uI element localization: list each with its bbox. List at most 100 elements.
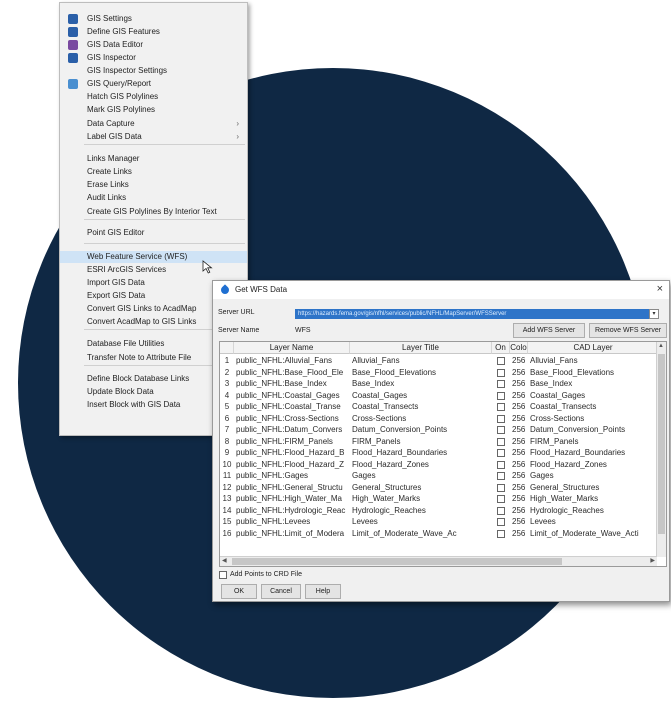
color-cell[interactable]: 256: [510, 436, 528, 448]
cad-layer-cell[interactable]: Base_Index: [528, 378, 659, 390]
add-wfs-server-button[interactable]: Add WFS Server: [513, 323, 585, 338]
server-url-input[interactable]: https://hazards.fema.gov/gis/nfhl/servic…: [295, 309, 659, 319]
layer-title-cell[interactable]: Alluvial_Fans: [350, 355, 492, 367]
menu-item[interactable]: GIS Inspector Settings: [60, 65, 247, 77]
row-number[interactable]: 3: [220, 378, 234, 390]
cad-layer-cell[interactable]: Gages: [528, 470, 659, 482]
layer-title-cell[interactable]: FIRM_Panels: [350, 436, 492, 448]
layer-on-checkbox[interactable]: [497, 357, 505, 365]
menu-item[interactable]: Point GIS Editor: [60, 227, 247, 239]
scroll-up-icon[interactable]: ▲: [658, 343, 664, 349]
layer-on-checkbox[interactable]: [497, 506, 505, 515]
layer-name-cell[interactable]: public_NFHL:Levees: [234, 516, 350, 528]
menu-item[interactable]: Erase Links: [60, 179, 247, 191]
cad-layer-cell[interactable]: Cross-Sections: [528, 413, 659, 425]
layer-title-cell[interactable]: Cross-Sections: [350, 413, 492, 425]
color-cell[interactable]: 256: [510, 516, 528, 528]
layer-on-checkbox[interactable]: [497, 414, 505, 423]
column-header-color[interactable]: Colo: [510, 342, 528, 354]
color-cell[interactable]: 256: [510, 424, 528, 436]
layer-name-cell[interactable]: public_NFHL:General_Structu: [234, 482, 350, 494]
menu-item[interactable]: Audit Links: [60, 192, 247, 204]
menu-item[interactable]: Links Manager: [60, 153, 247, 165]
row-number[interactable]: 12: [220, 482, 234, 494]
layer-on-checkbox[interactable]: [497, 437, 505, 446]
color-cell[interactable]: 256: [510, 367, 528, 379]
layer-on-checkbox[interactable]: [497, 472, 505, 480]
scrollbar-thumb[interactable]: [658, 354, 665, 534]
add-points-checkbox[interactable]: [219, 571, 227, 579]
menu-item[interactable]: GIS Query/Report: [60, 78, 247, 90]
scroll-left-icon[interactable]: ◀: [222, 557, 227, 564]
layer-name-cell[interactable]: public_NFHL:High_Water_Ma: [234, 493, 350, 505]
layer-name-cell[interactable]: public_NFHL:FIRM_Panels: [234, 436, 350, 448]
row-number[interactable]: 7: [220, 424, 234, 436]
row-number[interactable]: 16: [220, 528, 234, 540]
menu-item[interactable]: GIS Settings: [60, 13, 247, 25]
layer-name-cell[interactable]: public_NFHL:Limit_of_Modera: [234, 528, 350, 540]
layer-title-cell[interactable]: High_Water_Marks: [350, 493, 492, 505]
layer-name-cell[interactable]: public_NFHL:Base_Index: [234, 378, 350, 390]
menu-item[interactable]: Mark GIS Polylines: [60, 104, 247, 116]
cad-layer-cell[interactable]: Base_Flood_Elevations: [528, 367, 659, 379]
cancel-button[interactable]: Cancel: [261, 584, 301, 599]
row-number[interactable]: 14: [220, 505, 234, 517]
color-cell[interactable]: 256: [510, 459, 528, 471]
row-number[interactable]: 5: [220, 401, 234, 413]
color-cell[interactable]: 256: [510, 401, 528, 413]
color-cell[interactable]: 256: [510, 493, 528, 505]
menu-item[interactable]: Label GIS Data ›: [60, 131, 247, 143]
layer-name-cell[interactable]: public_NFHL:Gages: [234, 470, 350, 482]
layer-name-cell[interactable]: public_NFHL:Alluvial_Fans: [234, 355, 350, 367]
cad-layer-cell[interactable]: Hydrologic_Reaches: [528, 505, 659, 517]
column-header-on[interactable]: On: [492, 342, 510, 354]
chevron-down-icon[interactable]: ▾: [649, 309, 659, 319]
layer-title-cell[interactable]: Coastal_Gages: [350, 390, 492, 402]
column-header-layer-title[interactable]: Layer Title: [350, 342, 492, 354]
layer-title-cell[interactable]: Datum_Conversion_Points: [350, 424, 492, 436]
layer-on-checkbox[interactable]: [497, 380, 505, 388]
menu-item[interactable]: ESRI ArcGIS Services: [60, 264, 247, 276]
layer-on-checkbox[interactable]: [497, 529, 505, 538]
cad-layer-cell[interactable]: General_Structures: [528, 482, 659, 494]
menu-item[interactable]: Define GIS Features: [60, 26, 247, 38]
layer-title-cell[interactable]: Base_Flood_Elevations: [350, 367, 492, 379]
row-number[interactable]: 6: [220, 413, 234, 425]
cad-layer-cell[interactable]: FIRM_Panels: [528, 436, 659, 448]
row-number[interactable]: 8: [220, 436, 234, 448]
layer-title-cell[interactable]: Flood_Hazard_Zones: [350, 459, 492, 471]
menu-item[interactable]: Web Feature Service (WFS): [60, 251, 247, 263]
color-cell[interactable]: 256: [510, 470, 528, 482]
color-cell[interactable]: 256: [510, 482, 528, 494]
layer-name-cell[interactable]: public_NFHL:Coastal_Transe: [234, 401, 350, 413]
color-cell[interactable]: 256: [510, 355, 528, 367]
remove-wfs-server-button[interactable]: Remove WFS Server: [589, 323, 667, 338]
layer-name-cell[interactable]: public_NFHL:Flood_Hazard_B: [234, 447, 350, 459]
cad-layer-cell[interactable]: Datum_Conversion_Points: [528, 424, 659, 436]
row-number[interactable]: 10: [220, 459, 234, 471]
cad-layer-cell[interactable]: Levees: [528, 516, 659, 528]
layer-name-cell[interactable]: public_NFHL:Coastal_Gages: [234, 390, 350, 402]
row-number[interactable]: 11: [220, 470, 234, 482]
layer-on-checkbox[interactable]: [497, 495, 505, 503]
layer-on-checkbox[interactable]: [497, 483, 505, 492]
close-icon[interactable]: ×: [657, 283, 663, 295]
layer-name-cell[interactable]: public_NFHL:Cross-Sections: [234, 413, 350, 425]
menu-item[interactable]: Data Capture ›: [60, 118, 247, 130]
menu-item[interactable]: Create Links: [60, 166, 247, 178]
layer-on-checkbox[interactable]: [497, 368, 505, 377]
layer-on-checkbox[interactable]: [497, 449, 505, 457]
row-number[interactable]: 1: [220, 355, 234, 367]
cad-layer-cell[interactable]: Coastal_Gages: [528, 390, 659, 402]
layer-on-checkbox[interactable]: [497, 426, 505, 434]
menu-item[interactable]: Hatch GIS Polylines: [60, 91, 247, 103]
horizontal-scrollbar[interactable]: ◀ ▶: [220, 556, 657, 566]
color-cell[interactable]: 256: [510, 413, 528, 425]
vertical-scrollbar[interactable]: ▲: [656, 342, 666, 557]
layer-name-cell[interactable]: public_NFHL:Flood_Hazard_Z: [234, 459, 350, 471]
row-number[interactable]: 9: [220, 447, 234, 459]
layer-title-cell[interactable]: Base_Index: [350, 378, 492, 390]
layer-on-checkbox[interactable]: [497, 391, 505, 400]
cad-layer-cell[interactable]: Flood_Hazard_Zones: [528, 459, 659, 471]
menu-item[interactable]: GIS Data Editor: [60, 39, 247, 51]
